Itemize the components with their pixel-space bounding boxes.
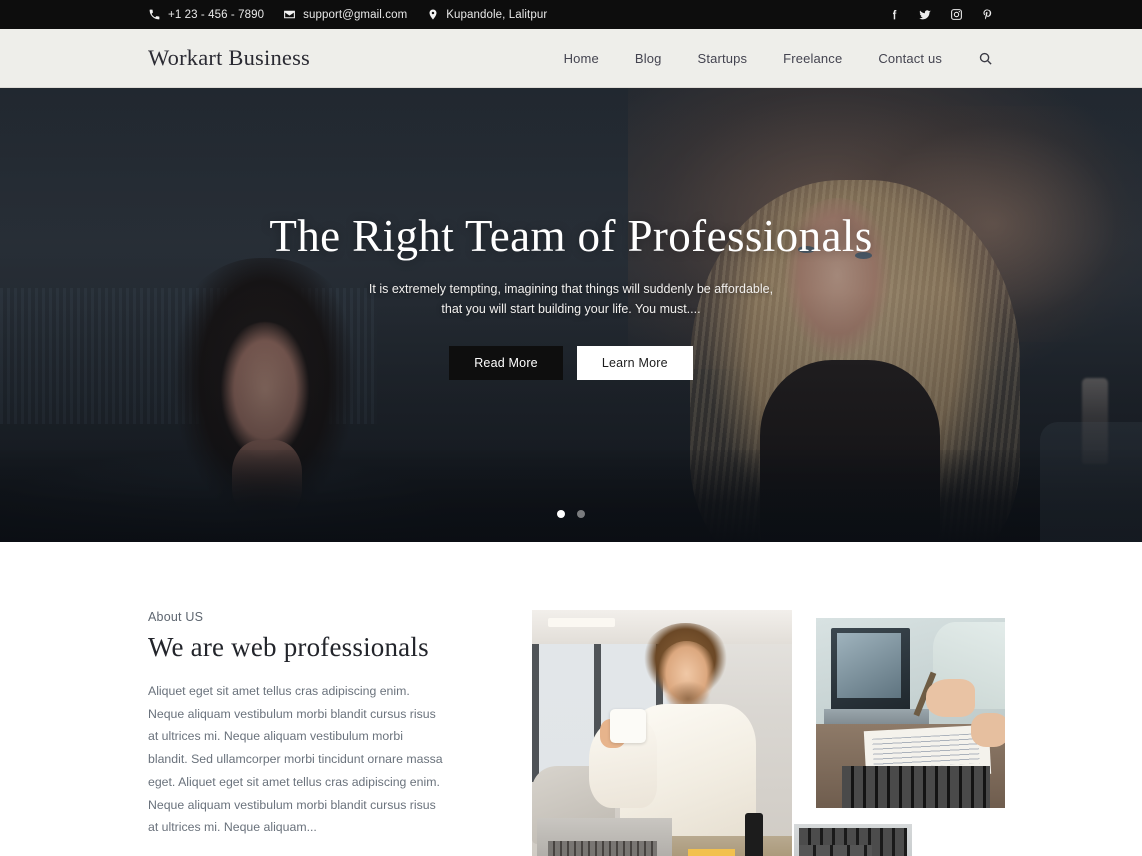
laptop-keyboard-photo (794, 824, 912, 856)
about-section: About US We are web professionals Alique… (0, 542, 1142, 856)
hero-learn-more-button[interactable]: Learn More (576, 345, 693, 381)
slider-dots (0, 510, 1142, 518)
pinterest-icon[interactable] (980, 8, 994, 22)
hero-subtitle: It is extremely tempting, imagining that… (368, 281, 774, 317)
phone-icon (148, 8, 161, 21)
top-bar-contact-group: +1 23 - 456 - 7890 support@gmail.com Kup… (148, 8, 887, 21)
hero-read-more-button[interactable]: Read More (449, 345, 563, 381)
about-eyebrow-label: About US (148, 610, 204, 624)
map-pin-icon (426, 8, 439, 21)
social-links (887, 8, 994, 22)
email-contact[interactable]: support@gmail.com (283, 8, 407, 21)
slider-dot-1[interactable] (557, 510, 565, 518)
search-icon[interactable] (976, 49, 994, 67)
main-navigation: Home Blog Startups Freelance Contact us (546, 49, 994, 67)
facebook-icon[interactable] (887, 8, 901, 22)
hero-slider: The Right Team of Professionals It is ex… (0, 88, 1142, 542)
nav-item-freelance[interactable]: Freelance (765, 51, 860, 66)
hands-writing-notes-photo (816, 618, 1005, 808)
envelope-icon (283, 8, 296, 21)
site-logo[interactable]: Workart Business (148, 45, 546, 71)
location-text: Kupandole, Lalitpur (446, 8, 548, 21)
nav-item-contact-us[interactable]: Contact us (860, 51, 960, 66)
about-heading: We are web professionals (148, 632, 429, 662)
twitter-icon[interactable] (918, 8, 932, 22)
hero-title: The Right Team of Professionals (269, 211, 873, 261)
about-image-collage (532, 610, 1005, 856)
top-bar: +1 23 - 456 - 7890 support@gmail.com Kup… (0, 0, 1142, 29)
phone-contact[interactable]: +1 23 - 456 - 7890 (148, 8, 264, 21)
site-header: Workart Business Home Blog Startups Free… (0, 29, 1142, 88)
phone-number: +1 23 - 456 - 7890 (168, 8, 265, 21)
man-with-coffee-photo (532, 610, 792, 856)
slider-dot-2[interactable] (577, 510, 585, 518)
location-contact[interactable]: Kupandole, Lalitpur (426, 8, 547, 21)
about-paragraph: Aliquet eget sit amet tellus cras adipis… (148, 684, 443, 835)
nav-item-startups[interactable]: Startups (680, 51, 766, 66)
nav-item-blog[interactable]: Blog (617, 51, 680, 66)
about-text-column: About US We are web professionals Alique… (148, 610, 448, 855)
hero-button-group: Read More Learn More (449, 345, 693, 381)
instagram-icon[interactable] (949, 8, 963, 22)
nav-item-home[interactable]: Home (546, 51, 617, 66)
email-address: support@gmail.com (303, 8, 408, 21)
